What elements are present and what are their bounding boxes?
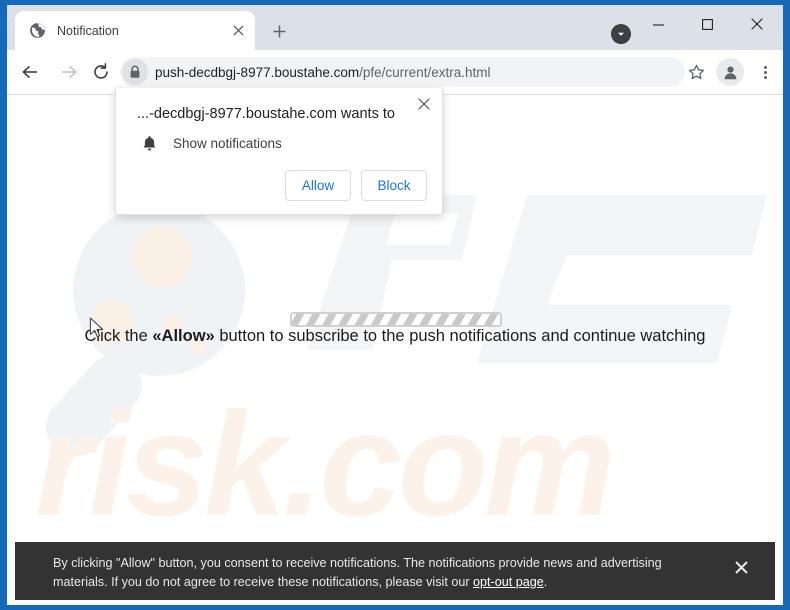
profile-avatar[interactable] — [716, 58, 744, 86]
message-suffix: button to subscribe to the push notifica… — [214, 327, 706, 345]
chrome-menu-button[interactable] — [753, 59, 777, 85]
tab-search-button[interactable] — [611, 24, 631, 44]
browser-window-frame: Notification push-decdbgj-8977.boustahe.… — [0, 0, 790, 610]
tab-close-icon[interactable] — [227, 20, 249, 42]
mouse-pointer-icon — [89, 317, 104, 338]
url-path: /pfe/current/extra.html — [359, 64, 491, 80]
permission-dialog-origin: ...-decdbgj-8977.boustahe.com wants to — [137, 106, 395, 122]
maximize-icon — [702, 18, 713, 30]
bookmark-star-icon[interactable] — [683, 59, 709, 85]
arrow-right-icon — [62, 65, 77, 78]
close-icon — [750, 18, 763, 30]
message-emphasis: «Allow» — [152, 327, 215, 345]
plus-icon — [273, 25, 285, 37]
reload-icon — [94, 63, 108, 79]
consent-banner-close-icon[interactable] — [728, 554, 754, 580]
consent-banner-text: By clicking "Allow" button, you consent … — [53, 554, 713, 592]
opt-out-page-link[interactable]: opt-out page — [473, 575, 544, 589]
consent-text-part1: By clicking "Allow" button, you consent … — [53, 556, 662, 589]
address-bar-url: push-decdbgj-8977.boustahe.com/pfe/curre… — [155, 65, 490, 80]
browser-window: Notification push-decdbgj-8977.boustahe.… — [7, 5, 783, 605]
window-minimize-button[interactable] — [636, 9, 681, 39]
bell-icon — [140, 134, 159, 153]
consent-text-part2: . — [543, 575, 548, 589]
new-tab-button[interactable] — [265, 17, 293, 45]
window-close-button[interactable] — [734, 9, 779, 39]
globe-icon — [29, 22, 46, 39]
notification-permission-dialog: ...-decdbgj-8977.boustahe.com wants to S… — [115, 88, 443, 215]
chevron-down-icon — [618, 32, 624, 36]
permission-request-row: Show notifications — [140, 134, 282, 153]
svg-text:risk.com: risk.com — [35, 382, 612, 547]
lock-icon[interactable] — [122, 59, 148, 85]
consent-banner: By clicking "Allow" button, you consent … — [15, 542, 775, 600]
tab-title: Notification — [57, 23, 119, 38]
reload-button[interactable] — [86, 57, 116, 87]
tab-notification[interactable]: Notification — [15, 11, 255, 50]
page-instruction-text: Click the «Allow» button to subscribe to… — [7, 327, 783, 346]
permission-request-label: Show notifications — [173, 136, 282, 151]
window-maximize-button[interactable] — [685, 9, 730, 39]
url-host: push-decdbgj-8977.boustahe.com — [155, 64, 360, 80]
block-button[interactable]: Block — [361, 170, 427, 201]
permission-dialog-actions: Allow Block — [285, 170, 427, 201]
person-icon — [724, 66, 736, 79]
allow-button[interactable]: Allow — [285, 170, 351, 201]
progress-bar — [290, 312, 502, 327]
back-button[interactable] — [15, 57, 45, 87]
three-dots-icon — [763, 70, 767, 74]
three-dots-icon — [763, 75, 767, 79]
address-bar[interactable]: push-decdbgj-8977.boustahe.com/pfe/curre… — [120, 57, 685, 87]
forward-button[interactable] — [54, 57, 84, 87]
permission-dialog-close-icon[interactable] — [412, 92, 436, 116]
arrow-left-icon — [22, 65, 37, 78]
minimize-icon — [653, 23, 664, 26]
tab-strip: Notification — [7, 5, 783, 50]
three-dots-icon — [763, 65, 767, 69]
